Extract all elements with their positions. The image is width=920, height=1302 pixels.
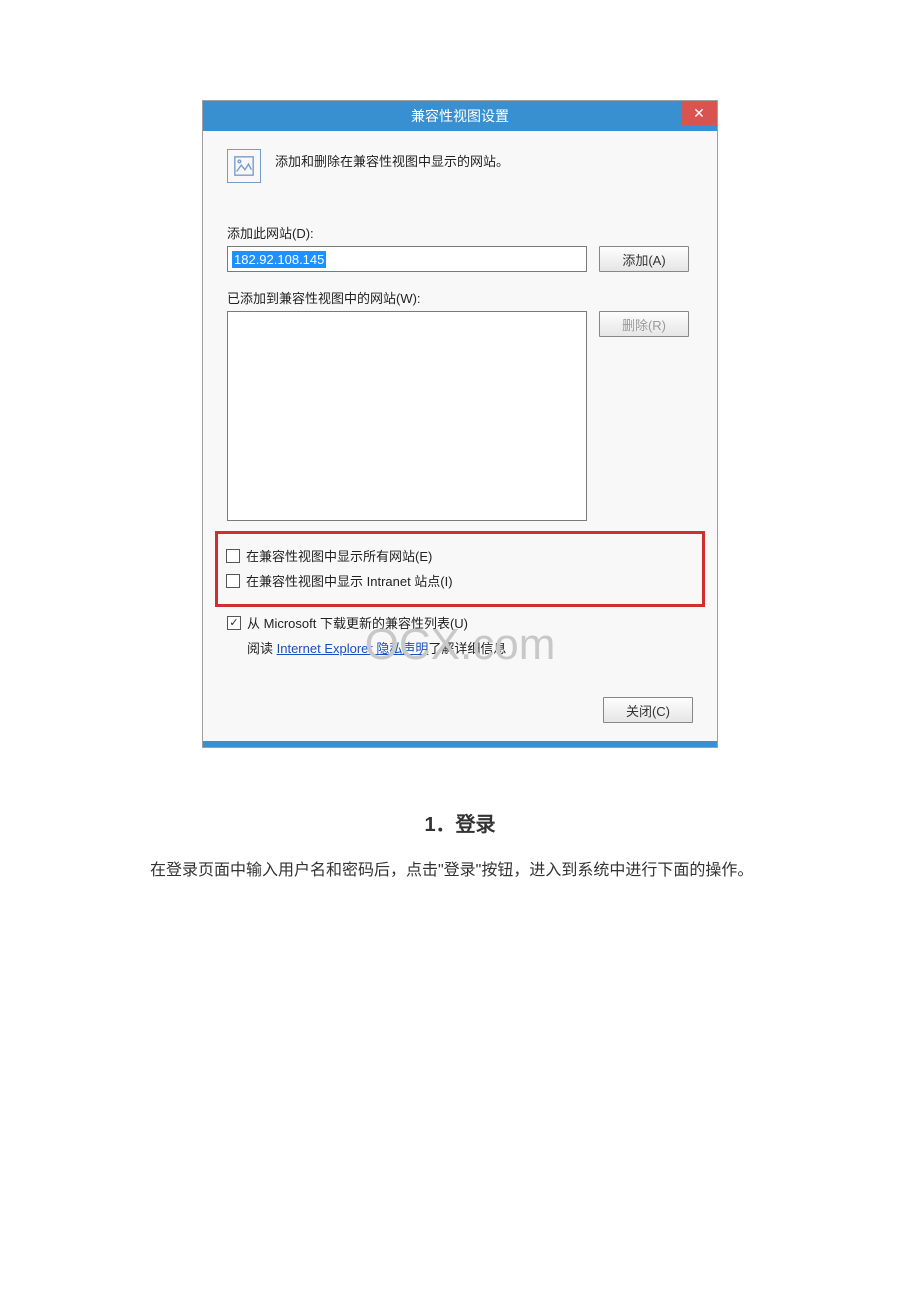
checkbox-icon[interactable] [226,549,240,563]
checkbox-icon[interactable] [226,574,240,588]
check-download-list[interactable]: ✓ 从 Microsoft 下载更新的兼容性列表(U) [227,613,693,632]
add-site-input[interactable]: 182.92.108.145 [227,246,587,272]
check-label: 在兼容性视图中显示所有网站(E) [246,546,432,565]
dialog-window: 兼容性视图设置 ✕ 添加和删除在兼容性视图中显示的网站。 添加此网站(D): 1… [202,100,718,748]
privacy-suffix: 了解详细信息 [428,641,506,656]
privacy-line: 阅读 Internet Explorer 隐私声明了解详细信息 [247,638,693,657]
remove-button[interactable]: 删除(R) [599,311,689,337]
check-label: 从 Microsoft 下载更新的兼容性列表(U) [247,613,468,632]
privacy-prefix: 阅读 [247,641,277,656]
added-sites-label: 已添加到兼容性视图中的网站(W): [227,288,693,307]
input-value: 182.92.108.145 [232,251,326,268]
close-button[interactable]: 关闭(C) [603,697,693,723]
dialog-body: 添加和删除在兼容性视图中显示的网站。 添加此网站(D): 182.92.108.… [203,131,717,741]
section-heading: 1．登录 [110,808,810,837]
add-button[interactable]: 添加(A) [599,246,689,272]
check-all-sites[interactable]: 在兼容性视图中显示所有网站(E) [226,546,694,565]
close-icon[interactable]: ✕ [681,101,717,125]
title-bar[interactable]: 兼容性视图设置 ✕ [203,101,717,131]
add-site-label: 添加此网站(D): [227,223,693,242]
added-sites-row: 删除(R) [227,311,693,521]
dialog-title: 兼容性视图设置 [411,106,509,126]
compat-icon [227,149,261,183]
dialog-bottom-border [203,741,717,747]
checkbox-icon[interactable]: ✓ [227,616,241,630]
highlighted-options: 在兼容性视图中显示所有网站(E) 在兼容性视图中显示 Intranet 站点(I… [215,531,705,607]
section-paragraph: 在登录页面中输入用户名和密码后，点击"登录"按钮，进入到系统中进行下面的操作。 [118,855,802,887]
check-intranet[interactable]: 在兼容性视图中显示 Intranet 站点(I) [226,571,694,590]
added-sites-listbox[interactable] [227,311,587,521]
intro-row: 添加和删除在兼容性视图中显示的网站。 [227,149,693,183]
add-site-row: 182.92.108.145 添加(A) [227,246,693,272]
intro-text: 添加和删除在兼容性视图中显示的网站。 [275,149,509,170]
dialog-footer: 关闭(C) [227,697,693,723]
privacy-link[interactable]: Internet Explorer 隐私声明 [277,641,429,656]
check-label: 在兼容性视图中显示 Intranet 站点(I) [246,571,453,590]
